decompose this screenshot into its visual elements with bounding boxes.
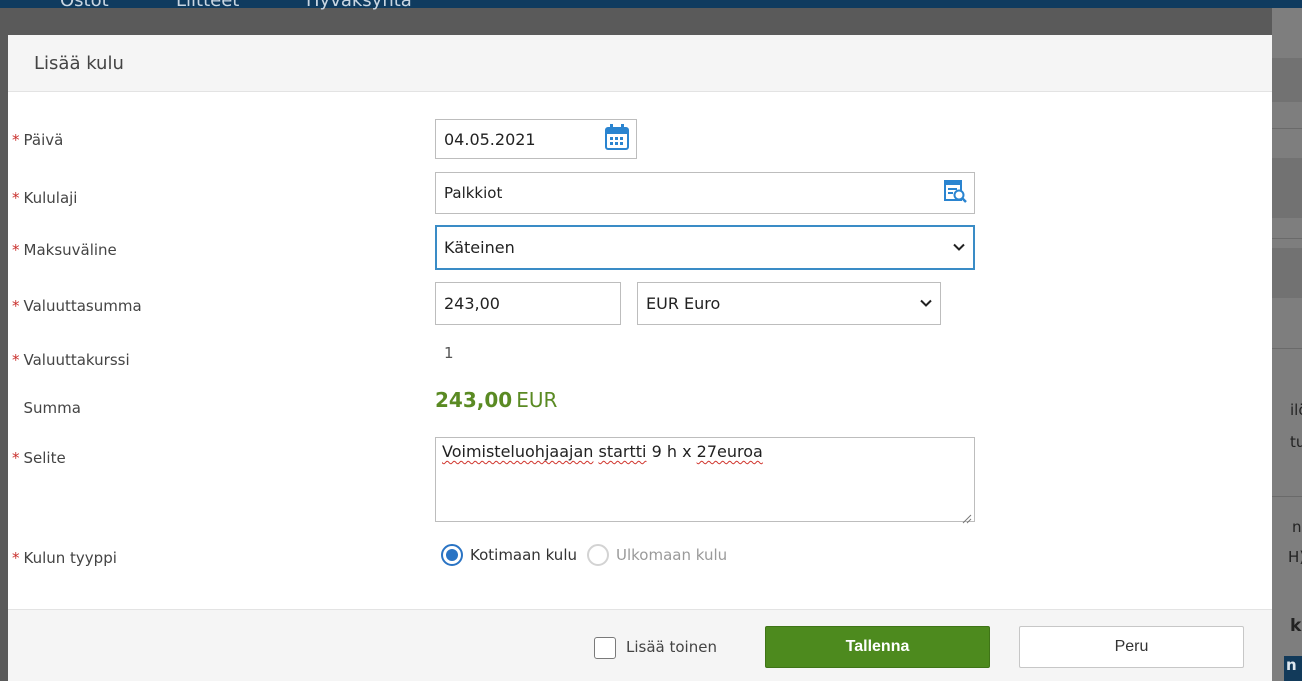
required-star: * (12, 549, 20, 567)
required-star: * (12, 189, 20, 207)
required-star: * (12, 297, 20, 315)
currency-amount-label: * Valuuttasumma (12, 297, 142, 315)
cancel-button[interactable]: Peru (1019, 626, 1244, 668)
list-search-icon[interactable] (942, 178, 968, 208)
bg-tab-liitteet: Liitteet (176, 0, 240, 11)
date-input[interactable]: 04.05.2021 (435, 119, 637, 159)
exchange-rate-value: 1 (444, 344, 454, 362)
dialog-header: Lisää kulu (8, 35, 1272, 92)
bg-fragment: H) (1288, 548, 1302, 566)
total-row: *Summa 243,00EUR (8, 385, 1272, 429)
radio-domestic[interactable] (441, 544, 463, 566)
required-star: * (12, 131, 20, 149)
currency-value: EUR Euro (646, 294, 721, 313)
expense-kind-row: * Kulun tyyppi Kotimaan kulu Ulkomaan kul… (8, 539, 1272, 575)
radio-foreign-label[interactable]: Ulkomaan kulu (616, 546, 727, 564)
total-label: *Summa (23, 399, 81, 417)
description-label: * Selite (12, 449, 66, 467)
chevron-down-icon (920, 296, 932, 311)
payment-method-value: Käteinen (444, 238, 515, 257)
radio-domestic-label[interactable]: Kotimaan kulu (470, 546, 577, 564)
background-top-nav: Ostot Liitteet Hyväksyntä (0, 0, 1302, 11)
bg-fragment: ilö (1290, 401, 1302, 419)
add-expense-dialog: Lisää kulu * Päivä 04.05.2021 * Kululaji… (8, 35, 1272, 681)
exchange-rate-row: * Valuuttakurssi 1 (8, 339, 1272, 379)
exchange-rate-label: * Valuuttakurssi (12, 351, 130, 369)
payment-method-label: * Maksuväline (12, 241, 117, 259)
expense-kind-radio-group: Kotimaan kulu Ulkomaan kulu (441, 544, 737, 566)
save-button[interactable]: Tallenna (765, 626, 990, 668)
description-textarea[interactable]: Voimisteluohjaajan startti 9 h x 27euroa (435, 437, 975, 524)
date-label: * Päivä (12, 131, 64, 149)
resize-grip-icon[interactable] (962, 509, 972, 524)
expense-type-value: Palkkiot (444, 184, 503, 202)
currency-amount-input[interactable]: 243,00 (435, 282, 621, 325)
date-value: 04.05.2021 (444, 129, 536, 149)
payment-method-row: * Maksuväline Käteinen (8, 225, 1272, 271)
payment-method-select[interactable]: Käteinen (435, 225, 975, 270)
date-row: * Päivä 04.05.2021 (8, 117, 1272, 161)
bg-tab-ostot: Ostot (60, 0, 109, 11)
expense-type-row: * Kululaji Palkkiot (8, 171, 1272, 215)
expense-kind-label: * Kulun tyyppi (12, 549, 117, 567)
add-another-checkbox[interactable] (594, 637, 616, 659)
bg-fragment: tu (1290, 433, 1302, 451)
expense-type-label: * Kululaji (12, 189, 78, 207)
currency-amount-value: 243,00 (444, 294, 500, 313)
calendar-icon[interactable] (604, 123, 630, 155)
bg-fragment: n (1284, 656, 1302, 681)
background-right-panel: ilö tu nis H) ku n (1272, 8, 1302, 681)
chevron-down-icon (953, 240, 965, 255)
radio-foreign[interactable] (587, 544, 609, 566)
bg-fragment: ku (1290, 616, 1302, 636)
required-star: * (12, 351, 20, 369)
total-amount: 243,00 EUR (435, 388, 558, 412)
bg-tab-hyvaksynta: Hyväksyntä (306, 0, 412, 11)
dialog-title: Lisää kulu (34, 52, 124, 74)
bg-fragment: nis (1292, 518, 1302, 536)
currency-select[interactable]: EUR Euro (637, 282, 941, 325)
required-star: * (12, 449, 20, 467)
required-star: * (12, 241, 20, 259)
add-another-label[interactable]: Lisää toinen (626, 638, 717, 656)
dialog-footer: Lisää toinen Tallenna Peru (8, 609, 1272, 681)
expense-type-lookup[interactable]: Palkkiot (435, 172, 975, 214)
description-row: * Selite Voimisteluohjaajan startti 9 h x… (8, 437, 1272, 525)
currency-amount-row: * Valuuttasumma 243,00 EUR Euro (8, 281, 1272, 327)
